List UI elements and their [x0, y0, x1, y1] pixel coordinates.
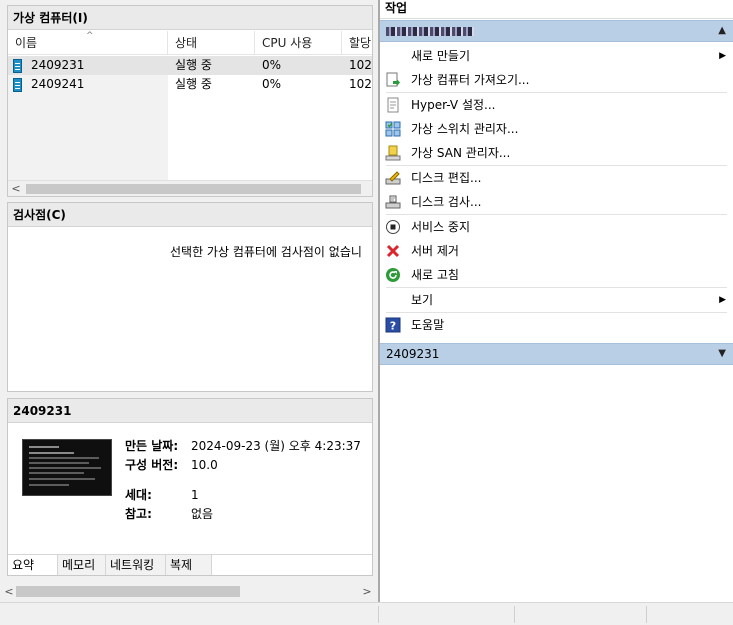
vm-row[interactable]: 2409231 실행 중 0% 1024 [8, 56, 372, 75]
host-actions-group-header[interactable]: ▲ [380, 20, 733, 42]
remove-icon [386, 244, 400, 258]
scrollbar-thumb[interactable] [16, 586, 240, 597]
virtual-machines-panel: 가상 컴퓨터(I) 이름 ^ 상태 CPU 사용 할당 2409231 실행 중… [7, 5, 373, 197]
detail-notes: 참고: 없음 [125, 505, 213, 523]
status-divider [514, 606, 515, 623]
import-icon [386, 72, 400, 87]
vm-name: 2409231 [31, 58, 85, 72]
help-icon: ? [385, 317, 401, 333]
scroll-left-icon[interactable]: < [2, 584, 16, 600]
status-divider [646, 606, 647, 623]
vm-state: 실행 중 [175, 77, 212, 91]
action-inspect-disk[interactable]: 디스크 검사... [380, 190, 733, 214]
action-import-vm[interactable]: 가상 컴퓨터 가져오기... [380, 68, 733, 92]
scroll-left-icon[interactable]: < [8, 181, 24, 196]
detail-generation: 세대: 1 [125, 486, 199, 504]
action-label: 가상 스위치 관리자... [411, 122, 519, 136]
submenu-arrow-icon: ▶ [719, 51, 726, 61]
action-help[interactable]: ? 도움말 [380, 313, 733, 337]
action-label: 새로 고침 [411, 268, 459, 282]
detail-label: 세대: [125, 488, 152, 502]
tab-summary[interactable]: 요약 [8, 555, 58, 575]
vm-screen-thumbnail[interactable] [22, 439, 112, 496]
vm-details-title: 2409231 [8, 399, 372, 423]
action-label: 새로 만들기 [411, 49, 471, 63]
action-stop-service[interactable]: 서비스 중지 [380, 215, 733, 239]
column-header-cpu[interactable]: CPU 사용 [255, 31, 342, 55]
checkpoints-title: 검사점(C) [8, 203, 372, 227]
action-virtual-san-manager[interactable]: 가상 SAN 관리자... [380, 141, 733, 165]
action-label: 서비스 중지 [411, 220, 471, 234]
vm-row[interactable]: 2409241 실행 중 0% 1024 [8, 75, 372, 94]
virtual-machine-icon [13, 59, 22, 73]
action-label: 가상 컴퓨터 가져오기... [411, 73, 530, 87]
vm-actions-group-header[interactable]: 2409231 ▼ [380, 343, 733, 365]
san-icon [385, 145, 401, 161]
vm-cpu: 0% [262, 58, 282, 72]
column-header-assigned[interactable]: 할당 [342, 31, 372, 55]
no-checkpoints-message: 선택한 가상 컴퓨터에 검사점이 없습니 [170, 245, 362, 259]
detail-value: 없음 [191, 507, 214, 521]
switch-icon [385, 121, 401, 137]
tab-memory[interactable]: 메모리 [58, 555, 106, 575]
server-name-redacted [386, 27, 474, 36]
expand-icon[interactable]: ▼ [718, 344, 726, 364]
left-pane: 가상 컴퓨터(I) 이름 ^ 상태 CPU 사용 할당 2409231 실행 중… [0, 0, 378, 602]
scrollbar-thumb[interactable] [26, 184, 361, 194]
detail-label: 참고: [125, 507, 152, 521]
vm-list-header: 이름 ^ 상태 CPU 사용 할당 [8, 31, 372, 55]
status-divider [378, 606, 379, 623]
vm-assigned-memory: 1024 [349, 77, 372, 91]
tab-networking[interactable]: 네트워킹 [106, 555, 166, 575]
action-label: 보기 [411, 293, 434, 307]
action-label: Hyper-V 설정... [411, 98, 496, 112]
detail-tabs: 요약 메모리 네트워킹 복제 [8, 554, 372, 575]
submenu-arrow-icon: ▶ [719, 295, 726, 305]
column-header-state[interactable]: 상태 [168, 31, 255, 55]
action-view[interactable]: 보기 ▶ [380, 288, 733, 312]
vm-name: 2409241 [31, 77, 85, 91]
refresh-icon [386, 268, 400, 282]
detail-value: 2024-09-23 (월) 오후 4:23:37 [191, 439, 361, 453]
vm-state: 실행 중 [175, 58, 212, 72]
actions-title: 작업 [380, 0, 733, 19]
virtual-machine-icon [13, 78, 22, 92]
detail-label: 구성 버전: [125, 458, 179, 472]
virtual-machines-title: 가상 컴퓨터(I) [8, 6, 372, 30]
action-edit-disk[interactable]: 디스크 편집... [380, 166, 733, 190]
detail-label: 만든 날짜: [125, 439, 179, 453]
disk-edit-icon [385, 171, 401, 185]
action-label: 디스크 편집... [411, 171, 482, 185]
action-new[interactable]: 새로 만들기 ▶ [380, 44, 733, 68]
action-label: 서버 제거 [411, 244, 459, 258]
vm-cpu: 0% [262, 77, 282, 91]
checkpoints-panel: 검사점(C) 선택한 가상 컴퓨터에 검사점이 없습니 [7, 202, 373, 392]
vm-assigned-memory: 1024 [349, 58, 372, 72]
action-label: 디스크 검사... [411, 195, 482, 209]
action-label: 가상 SAN 관리자... [411, 146, 511, 160]
detail-value: 1 [191, 488, 199, 502]
settings-page-icon [387, 97, 399, 113]
status-bar [0, 602, 733, 625]
action-refresh[interactable]: 새로 고침 [380, 263, 733, 287]
detail-value: 10.0 [191, 458, 218, 472]
action-virtual-switch-manager[interactable]: 가상 스위치 관리자... [380, 117, 733, 141]
collapse-icon[interactable]: ▲ [718, 21, 726, 41]
vm-details-panel: 2409231 만든 날짜: 2024-09-23 (월) 오후 4:23:37… [7, 398, 373, 576]
vm-list-horizontal-scrollbar[interactable]: < [8, 180, 372, 196]
disk-inspect-icon [385, 195, 401, 209]
action-label: 도움말 [411, 318, 445, 332]
scroll-right-icon[interactable]: > [360, 584, 374, 600]
actions-pane: 작업 ▲ 새로 만들기 ▶ 가상 컴퓨터 가져오기... Hyper-V 설정.… [380, 0, 733, 602]
left-pane-horizontal-scrollbar[interactable]: < > [0, 582, 378, 602]
svg-text:?: ? [390, 320, 396, 333]
action-hyperv-settings[interactable]: Hyper-V 설정... [380, 93, 733, 117]
stop-icon [386, 220, 400, 234]
sort-ascending-icon: ^ [86, 31, 94, 41]
tab-replication[interactable]: 복제 [166, 555, 212, 575]
action-remove-server[interactable]: 서버 제거 [380, 239, 733, 263]
vm-actions-group-title: 2409231 [386, 347, 440, 361]
detail-created: 만든 날짜: 2024-09-23 (월) 오후 4:23:37 [125, 437, 361, 455]
detail-config-version: 구성 버전: 10.0 [125, 456, 218, 474]
